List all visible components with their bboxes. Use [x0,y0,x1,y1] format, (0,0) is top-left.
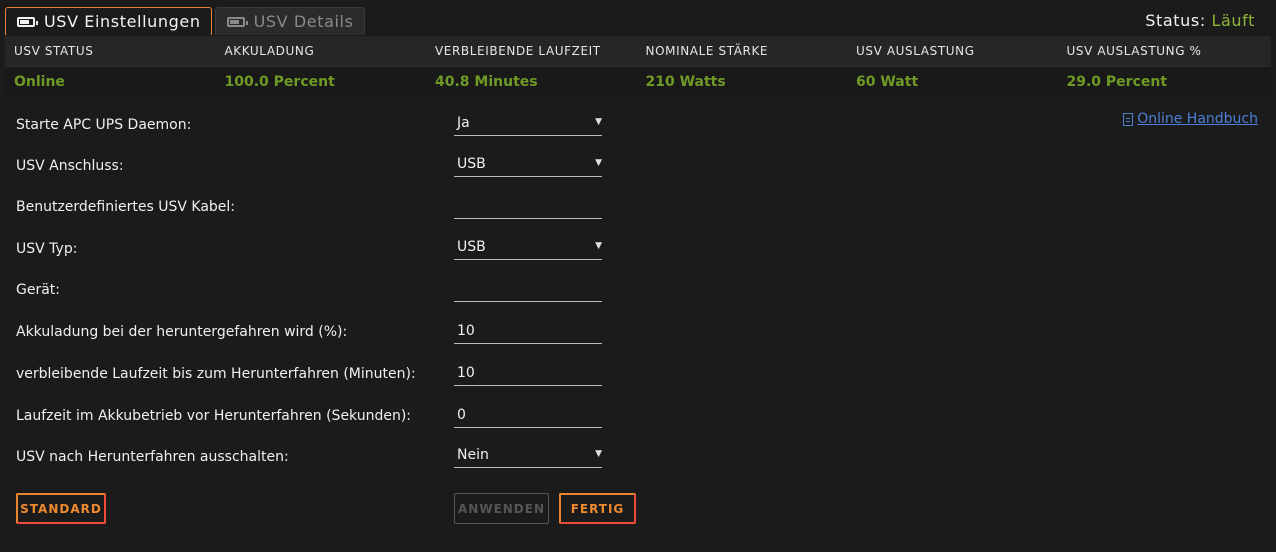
value-cell: 210 Watts [645,73,726,90]
dropdown-caret-icon: ▼ [595,241,602,251]
label-device: Gerät: [16,282,61,298]
status-value: Läuft [1211,11,1255,30]
table-header: USV STATUS AKKULADUNG VERBLEIBENDE LAUFZ… [5,36,1271,66]
value-cell: 40.8 Minutes [435,73,538,90]
input-battery-time-seconds[interactable]: 0 [454,407,602,428]
select-value: USB [457,239,486,255]
input-remaining-minutes[interactable]: 10 [454,365,602,386]
header-cell: VERBLEIBENDE LAUFZEIT [435,44,601,58]
input-value: 10 [457,323,475,339]
input-device[interactable] [454,281,602,302]
dropdown-caret-icon: ▼ [595,158,602,168]
dropdown-caret-icon: ▼ [595,449,602,459]
value-cell: 100.0 Percent [224,73,335,90]
tab-label: USV Einstellungen [44,12,201,31]
online-manual-link[interactable]: Online Handbuch [1123,111,1258,127]
tab-usv-details[interactable]: USV Details [214,7,365,35]
label-power-off-ups: USV nach Herunterfahren ausschalten: [16,449,289,465]
select-start-daemon[interactable]: Ja ▼ [454,115,602,136]
manual-link-label: Online Handbuch [1137,111,1258,127]
input-value: 0 [457,407,466,423]
header-cell: NOMINALE STÄRKE [645,44,769,58]
input-battery-level[interactable]: 10 [454,323,602,344]
select-value: Ja [457,115,470,131]
standard-button[interactable]: STANDARD [16,493,106,524]
label-custom-cable: Benutzerdefiniertes USV Kabel: [16,199,236,215]
dropdown-caret-icon: ▼ [595,117,602,127]
battery-icon [226,16,248,27]
value-cell: 29.0 Percent [1066,73,1168,90]
label-battery-level: Akkuladung bei der heruntergefahren wird… [16,324,348,340]
status-label: Status: [1145,11,1206,30]
document-icon [1123,112,1134,126]
tab-usv-settings[interactable]: USV Einstellungen [5,7,212,35]
tab-bar: USV Einstellungen USV Details [5,7,365,36]
select-ups-type[interactable]: USB ▼ [454,239,602,260]
input-value: 10 [457,365,475,381]
battery-icon [17,16,38,27]
label-ups-connection: USV Anschluss: [16,158,124,174]
done-button[interactable]: FERTIG [559,493,636,524]
label-remaining-minutes: verbleibende Laufzeit bis zum Herunterfa… [16,366,416,382]
header-cell: AKKULADUNG [224,44,315,58]
tab-label: USV Details [253,12,354,31]
select-ups-connection[interactable]: USB ▼ [454,156,602,177]
value-cell: Online [14,73,65,90]
table-row: Online 100.0 Percent 40.8 Minutes 210 Wa… [5,66,1271,96]
apply-button[interactable]: ANWENDEN [454,493,549,524]
select-value: Nein [457,447,489,463]
daemon-status: Status: Läuft [1145,11,1255,30]
label-start-daemon: Starte APC UPS Daemon: [16,117,192,133]
select-value: USB [457,156,486,172]
ups-summary-table: USV STATUS AKKULADUNG VERBLEIBENDE LAUFZ… [5,36,1271,96]
value-cell: 60 Watt [856,73,919,90]
header-cell: USV AUSLASTUNG % [1066,44,1202,58]
label-ups-type: USV Typ: [16,241,78,257]
label-battery-time-seconds: Laufzeit im Akkubetrieb vor Herunterfahr… [16,408,412,424]
header-cell: USV STATUS [14,44,94,58]
select-power-off-ups[interactable]: Nein ▼ [454,447,602,468]
input-custom-cable[interactable] [454,198,602,219]
header-cell: USV AUSLASTUNG [856,44,975,58]
